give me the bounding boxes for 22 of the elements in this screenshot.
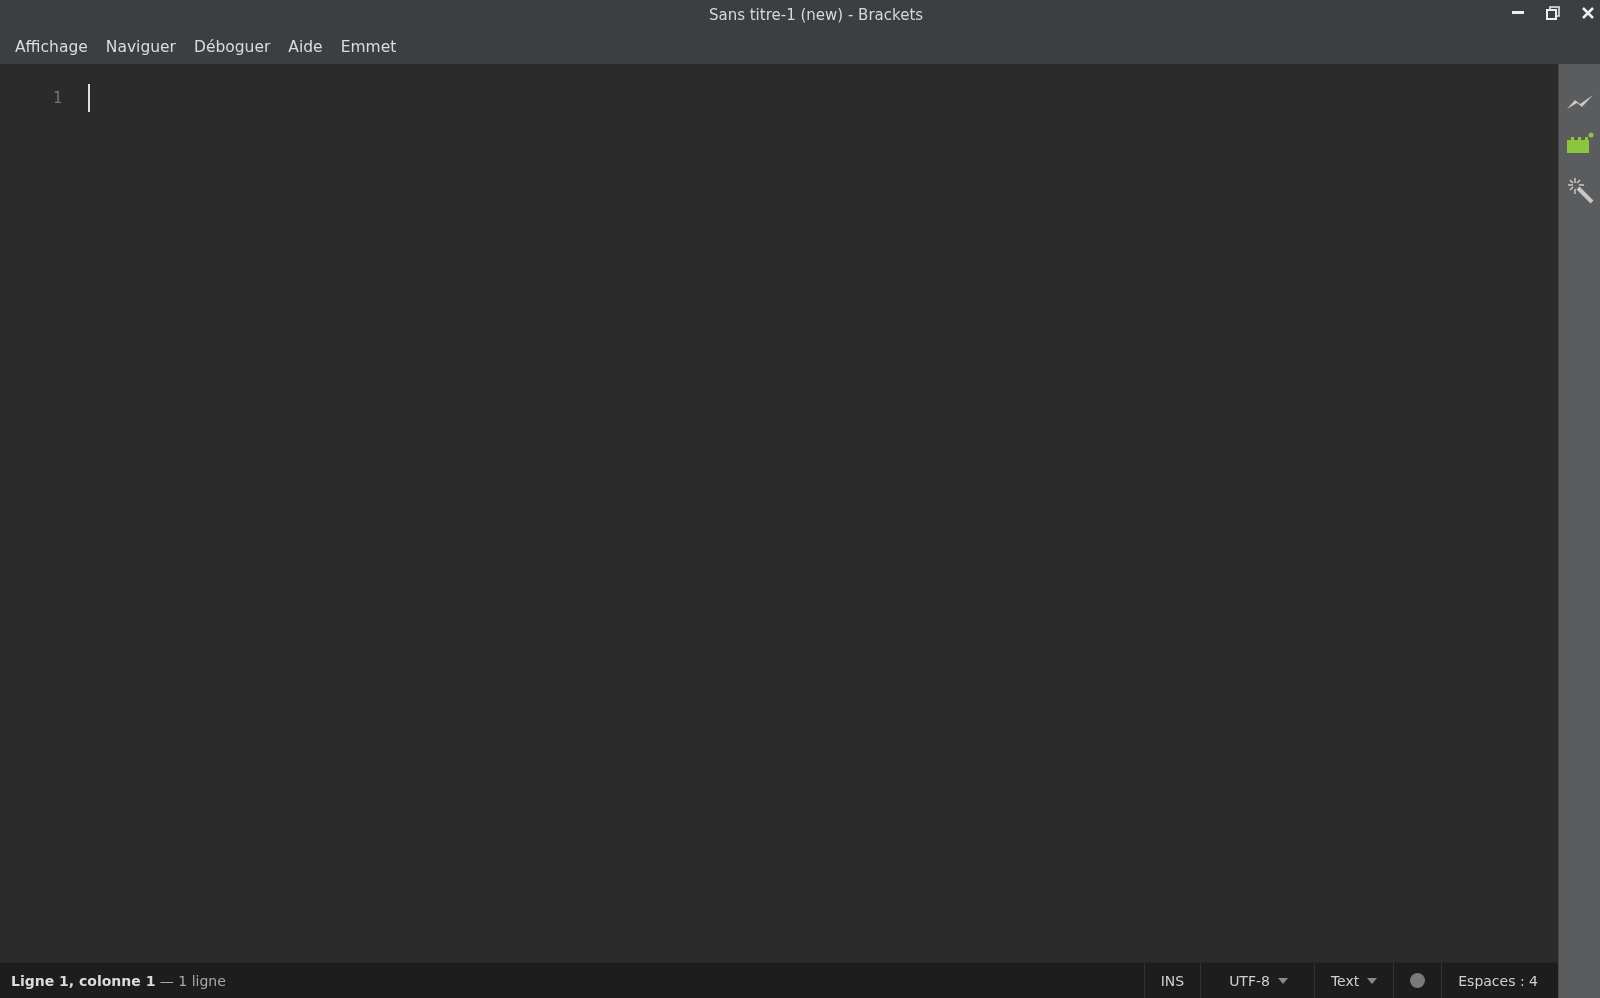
- menu-item[interactable]: Déboguer: [184, 38, 280, 56]
- menu-item[interactable]: Aide: [279, 38, 332, 56]
- menu-item[interactable]: Emmet: [331, 38, 406, 56]
- magic-wand-icon[interactable]: [1565, 176, 1594, 204]
- insert-mode: INS: [1160, 972, 1185, 989]
- close-button[interactable]: [1582, 7, 1594, 19]
- caret-icon: [1277, 977, 1288, 984]
- status-dot-icon: [1410, 973, 1426, 988]
- window-title: Sans titre-1 (new) - Brackets: [708, 6, 924, 24]
- cursor-position: Ligne 1, colonne 1 — 1 ligne: [10, 972, 227, 989]
- minimize-button[interactable]: [1512, 11, 1524, 15]
- caret-icon: [1367, 977, 1378, 984]
- encoding-dropdown[interactable]: UTF-8: [1200, 963, 1314, 998]
- menu-item[interactable]: Naviguer: [96, 38, 185, 56]
- brick-icon[interactable]: [1565, 132, 1594, 154]
- text-cursor: [88, 84, 90, 112]
- menu-item[interactable]: Affichage: [6, 38, 97, 56]
- language-dropdown[interactable]: Text: [1313, 963, 1394, 998]
- restore-button[interactable]: [1546, 6, 1560, 20]
- line-number: 1: [52, 88, 62, 108]
- lightning-icon[interactable]: [1565, 94, 1594, 110]
- indent-setting[interactable]: Espaces : 4: [1458, 972, 1538, 989]
